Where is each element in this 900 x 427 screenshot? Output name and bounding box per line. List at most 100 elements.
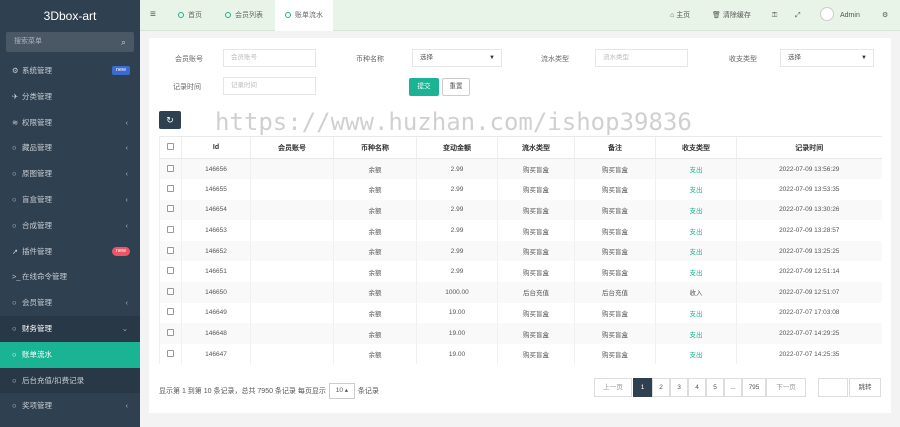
coin-name-select[interactable]: 选择 ▼: [412, 49, 502, 67]
sidebar-item-recharge-record[interactable]: ○ 后台充值/扣费记录: [0, 367, 140, 394]
sidebar-item-command[interactable]: >_在线命令管理: [0, 264, 140, 290]
table-cell: 余额: [333, 179, 417, 200]
row-checkbox[interactable]: [159, 220, 182, 241]
table-cell: 2.99: [416, 240, 498, 262]
table-row: 146655 余额 2.99 购买盲盒 购买盲盒 支出 2022-07-09 13:53:3…: [159, 179, 882, 200]
table-cell: 余额: [333, 282, 417, 303]
column-header[interactable]: 流水类型: [497, 136, 575, 159]
chevron-left-icon: ‹: [125, 220, 129, 230]
table-cell: 2022-07-09 13:25:25: [736, 240, 882, 262]
row-checkbox[interactable]: [159, 282, 182, 303]
settings-icon[interactable]: ⚙: [882, 0, 888, 31]
row-checkbox[interactable]: [159, 158, 182, 180]
page-button[interactable]: 4: [688, 378, 706, 397]
refresh-button[interactable]: ↻: [159, 111, 181, 129]
sidebar-item-label: 盲盒管理: [22, 194, 52, 204]
jump-page-input[interactable]: [818, 378, 848, 397]
table-cell: 146647: [181, 343, 251, 365]
home-link[interactable]: ⌂ 主页: [670, 0, 690, 31]
row-checkbox[interactable]: [159, 261, 182, 283]
table-cell: 支出: [655, 220, 737, 241]
tab-bill-flow[interactable]: 账单流水: [275, 0, 333, 31]
row-checkbox[interactable]: [159, 323, 182, 344]
column-header[interactable]: 记录时间: [736, 136, 882, 159]
circle-icon: ○: [12, 194, 17, 204]
sidebar-item-member[interactable]: ○ 会员管理 ‹: [0, 290, 140, 316]
page-button[interactable]: 5: [706, 378, 724, 397]
checkbox-icon: [167, 329, 174, 337]
row-checkbox[interactable]: [159, 179, 182, 200]
column-header[interactable]: 收支类型: [655, 136, 737, 159]
row-checkbox[interactable]: [159, 343, 182, 365]
page-button[interactable]: 795: [742, 378, 766, 397]
circle-icon: ○: [12, 401, 17, 411]
table-cell: 余额: [333, 220, 417, 241]
column-header[interactable]: 备注: [574, 136, 656, 159]
user-menu[interactable]: Admin: [820, 0, 860, 31]
menu-toggle-icon[interactable]: ≡: [150, 9, 156, 20]
table-row: 146648 余额 19.00 购买盲盒 购买盲盒 支出 2022-07-07 14:29:…: [159, 323, 882, 344]
select-all-checkbox[interactable]: [159, 136, 182, 159]
jump-button[interactable]: 跳转: [849, 378, 881, 397]
row-checkbox[interactable]: [159, 302, 182, 324]
tab-member-list[interactable]: 会员列表: [225, 0, 263, 31]
next-page-button[interactable]: 下一页: [766, 378, 806, 397]
sidebar: 3Dbox-art 搜索菜单 ⌕ ⚙ 系统管理 new ✈ 分类管理 ≋ 权限管理 ‹ ○…: [0, 0, 140, 427]
table-cell: [250, 282, 334, 303]
table-cell: [250, 343, 334, 365]
page-button[interactable]: 3: [670, 378, 688, 397]
sidebar-item-label: 原图管理: [22, 169, 52, 179]
sidebar-item-blindbox[interactable]: ○ 盲盒管理 ‹: [0, 187, 140, 213]
page-size-select[interactable]: 10 ▴: [328, 383, 355, 399]
table-row: 146651 余额 2.99 购买盲盒 购买盲盒 支出 2022-07-09 12:51:1…: [159, 261, 882, 283]
row-checkbox[interactable]: [159, 240, 182, 262]
sidebar-item-permission[interactable]: ≋ 权限管理 ‹: [0, 110, 140, 136]
flow-type-input[interactable]: 流水类型: [595, 49, 688, 67]
inout-type-select[interactable]: 选择 ▼: [780, 49, 874, 67]
sidebar-item-category[interactable]: ✈ 分类管理: [0, 84, 140, 110]
lock-icon[interactable]: ⚿: [772, 0, 777, 31]
sidebar-item-collection[interactable]: ○ 藏品管理 ‹: [0, 135, 140, 161]
table-cell: 余额: [333, 323, 417, 344]
inout-type-value: 选择: [788, 54, 801, 61]
sidebar-item-bill-flow[interactable]: ○ 账单流水: [0, 341, 140, 368]
sidebar-item-awards[interactable]: ○ 奖项管理 ‹: [0, 393, 140, 419]
table-cell: 146652: [181, 240, 251, 262]
record-time-input[interactable]: 记录时间: [223, 77, 316, 95]
table-cell: 后台充值: [574, 282, 656, 303]
checkbox-icon: [167, 143, 174, 150]
row-checkbox[interactable]: [159, 199, 182, 221]
flow-type-label: 流水类型: [541, 56, 569, 63]
avatar: [820, 7, 834, 21]
member-account-input[interactable]: 会员账号: [223, 49, 316, 67]
table-cell: 146653: [181, 220, 251, 241]
column-header[interactable]: 币种名称: [333, 136, 417, 159]
table-cell: 购买盲盒: [497, 158, 575, 180]
column-header[interactable]: 变动金额: [416, 136, 498, 159]
search-icon[interactable]: ⌕: [121, 32, 126, 52]
page-button[interactable]: 1: [633, 378, 652, 397]
table-cell: 146648: [181, 323, 251, 344]
top-bar: ≡ 首页 会员列表 账单流水 ⌂ 主页 🗑 清除缓存 ⚿ ⤢ Admin ⚙: [140, 0, 900, 31]
clear-cache-button[interactable]: 🗑 清除缓存: [712, 0, 751, 31]
chevron-down-icon: ⌄: [121, 323, 128, 333]
caret-down-icon: ▼: [489, 55, 495, 61]
sidebar-item-synthesis[interactable]: ○ 合成管理 ‹: [0, 213, 140, 239]
sidebar-item-system[interactable]: ⚙ 系统管理 new: [0, 58, 140, 84]
sidebar-item-finance[interactable]: ○ 财务管理 ⌄: [0, 315, 140, 342]
page-button[interactable]: 2: [652, 378, 670, 397]
table-cell: 支出: [655, 158, 737, 180]
reset-button[interactable]: 重置: [442, 78, 470, 96]
column-header[interactable]: 会员账号: [250, 136, 334, 159]
sidebar-item-original[interactable]: ○ 原图管理 ‹: [0, 161, 140, 187]
menu-search-input[interactable]: 搜索菜单 ⌕: [6, 32, 134, 52]
fullscreen-icon[interactable]: ⤢: [795, 0, 801, 31]
prev-page-button[interactable]: 上一页: [594, 378, 632, 397]
submit-button[interactable]: 提交: [409, 78, 439, 96]
table-cell: 购买盲盒: [497, 199, 575, 221]
sidebar-item-label: 财务管理: [22, 323, 52, 333]
column-header[interactable]: Id: [181, 136, 251, 159]
trash-icon: 🗑: [712, 12, 721, 19]
tab-home[interactable]: 首页: [178, 0, 202, 31]
sidebar-item-plugin[interactable]: ➚ 插件管理 new: [0, 239, 140, 265]
